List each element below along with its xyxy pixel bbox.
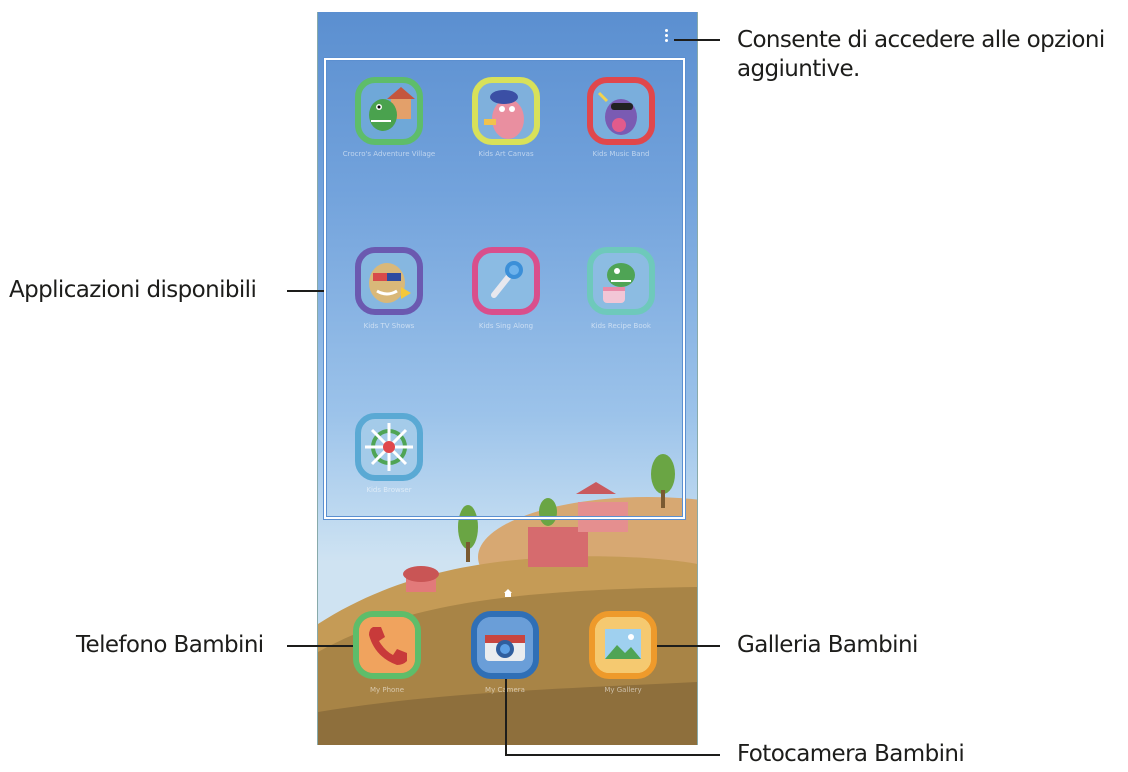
callout-available-apps: Applicazioni disponibili — [9, 277, 257, 303]
music-monster-icon[interactable] — [587, 77, 655, 145]
callout-line-more-options — [674, 39, 720, 41]
app-caption: Kids Sing Along — [478, 322, 534, 330]
callout-kids-gallery: Galleria Bambini — [737, 632, 918, 658]
callout-kids-phone: Telefono Bambini — [76, 632, 264, 658]
popcorn-monster-icon[interactable] — [355, 247, 423, 315]
compass-wheel-icon[interactable] — [355, 413, 423, 481]
dinosaur-house-icon[interactable] — [355, 77, 423, 145]
more-options-icon[interactable] — [664, 29, 670, 45]
phone-handset-icon[interactable] — [353, 611, 421, 679]
callout-line-kids-camera-v — [505, 679, 507, 756]
app-caption: Crocro's Adventure Village — [342, 150, 436, 158]
app-caption: My Phone — [369, 686, 405, 694]
callout-line-kids-camera-h — [505, 754, 720, 756]
app-caption: Kids Music Band — [592, 150, 650, 158]
app-caption: My Gallery — [604, 686, 642, 694]
app-caption: Kids Browser — [366, 486, 412, 494]
callout-line-kids-gallery — [657, 645, 720, 647]
app-caption: Kids Recipe Book — [591, 322, 651, 330]
callout-more-options: Consente di accedere alle opzioni aggiun… — [737, 27, 1105, 82]
app-caption: Kids Art Canvas — [478, 150, 534, 158]
camera-icon[interactable] — [471, 611, 539, 679]
callout-line-kids-phone — [287, 645, 353, 647]
microphone-icon[interactable] — [472, 247, 540, 315]
callout-line-available-apps — [287, 290, 324, 292]
painter-creature-icon[interactable] — [472, 77, 540, 145]
gallery-picture-icon[interactable] — [589, 611, 657, 679]
home-indicator[interactable] — [504, 582, 512, 597]
dinosaur-cake-icon[interactable] — [587, 247, 655, 315]
home-icon — [504, 589, 512, 597]
app-caption: Kids TV Shows — [363, 322, 415, 330]
callout-kids-camera: Fotocamera Bambini — [737, 741, 965, 767]
